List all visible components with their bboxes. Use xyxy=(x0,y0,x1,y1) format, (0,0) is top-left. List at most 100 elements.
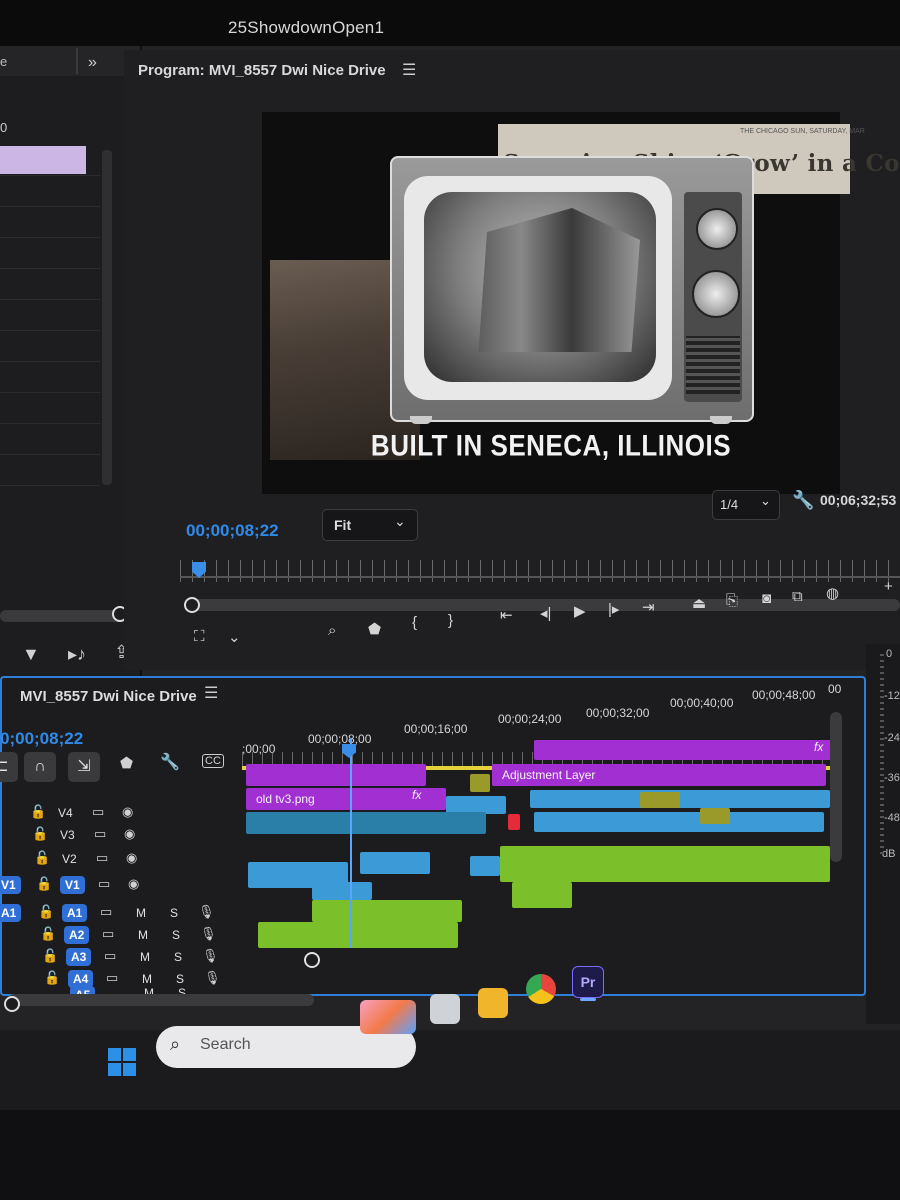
target-track-a1[interactable]: A1 xyxy=(62,904,88,922)
target-track-a3[interactable]: A3 xyxy=(66,948,92,966)
list-item[interactable] xyxy=(0,362,100,393)
step-back-icon[interactable]: ◂| xyxy=(540,604,551,622)
captions-icon[interactable]: CC xyxy=(202,754,224,768)
lock-icon[interactable]: 🔓 xyxy=(30,804,46,820)
list-item[interactable] xyxy=(0,455,100,486)
clip[interactable] xyxy=(470,856,500,876)
sync-icon[interactable]: ▭ xyxy=(92,804,104,820)
mark-in-icon[interactable]: { xyxy=(412,614,417,631)
source-patch-a1[interactable]: A1 xyxy=(0,904,22,922)
zoom-handle[interactable] xyxy=(184,597,200,613)
panel-menu-icon[interactable]: ☰ xyxy=(204,683,218,703)
add-marker-magnify-icon[interactable]: ⌕ xyxy=(328,622,336,639)
list-item[interactable] xyxy=(0,331,100,362)
project-horizontal-scrollbar[interactable] xyxy=(0,610,126,622)
program-monitor-title[interactable]: Program: MVI_8557 Dwi Nice Drive xyxy=(138,62,386,79)
project-panel-tab-label[interactable]: e xyxy=(0,54,7,69)
clip[interactable] xyxy=(246,764,426,786)
extract-icon[interactable]: ⎘ xyxy=(726,592,738,609)
marker-icon[interactable]: ⬟ xyxy=(368,620,381,638)
clip[interactable] xyxy=(246,812,486,834)
go-to-in-icon[interactable]: ⇤ xyxy=(500,606,513,624)
microphone-icon[interactable]: 🎙 xyxy=(198,904,215,920)
chrome-icon[interactable] xyxy=(526,974,556,1004)
clip[interactable] xyxy=(470,774,490,792)
mute-button[interactable]: M xyxy=(138,928,148,942)
filter-icon[interactable]: ▼ xyxy=(22,644,40,665)
zoom-handle[interactable] xyxy=(4,996,20,1012)
lock-icon[interactable]: 🔓 xyxy=(32,826,48,842)
sync-icon[interactable]: ▭ xyxy=(94,826,106,842)
microphone-icon[interactable]: 🎙 xyxy=(202,948,219,964)
clip[interactable] xyxy=(700,808,730,824)
timeline-vertical-scrollbar[interactable] xyxy=(830,712,842,862)
clip[interactable] xyxy=(534,812,824,832)
project-vertical-scrollbar[interactable] xyxy=(102,150,112,485)
wrench-icon[interactable]: 🔧 xyxy=(160,752,180,772)
sync-icon[interactable]: ▭ xyxy=(102,926,114,942)
list-item[interactable] xyxy=(0,238,100,269)
eye-icon[interactable]: ◉ xyxy=(122,804,133,820)
clip[interactable] xyxy=(312,882,372,900)
solo-button[interactable]: S xyxy=(170,906,178,920)
list-item[interactable] xyxy=(0,176,100,207)
nest-toggle-button[interactable]: ⊏ xyxy=(0,752,18,782)
eye-icon[interactable]: ◉ xyxy=(128,876,139,892)
sync-icon[interactable]: ▭ xyxy=(104,948,116,964)
lock-icon[interactable]: 🔓 xyxy=(36,876,52,892)
comparison-view-icon[interactable]: ⧉ xyxy=(792,588,803,605)
list-item[interactable] xyxy=(0,300,100,331)
timeline-timecode[interactable]: 0;00;08;22 xyxy=(0,729,83,749)
sync-icon[interactable]: ▭ xyxy=(96,850,108,866)
go-to-out-icon[interactable]: ⇥ xyxy=(642,598,655,616)
list-item[interactable] xyxy=(0,424,100,455)
audio-clip[interactable] xyxy=(512,882,572,908)
panel-menu-icon[interactable]: ☰ xyxy=(402,60,416,80)
lock-icon[interactable]: 🔓 xyxy=(42,948,58,964)
clip[interactable] xyxy=(530,790,830,808)
mute-button[interactable]: M xyxy=(136,906,146,920)
mute-button[interactable]: M xyxy=(142,972,152,986)
eye-icon[interactable]: ◉ xyxy=(126,850,137,866)
step-forward-icon[interactable]: |▸ xyxy=(608,600,619,618)
snap-magnet-icon[interactable]: ∩ xyxy=(24,752,56,782)
premiere-pro-icon[interactable]: Pr xyxy=(572,966,604,998)
lock-icon[interactable]: 🔓 xyxy=(34,850,50,866)
monitor-time-ruler[interactable] xyxy=(180,560,900,582)
safe-margins-icon[interactable]: ⛶ xyxy=(194,628,205,645)
microphone-icon[interactable]: 🎙 xyxy=(204,970,221,986)
vr-video-icon[interactable]: ◍ xyxy=(826,584,839,602)
list-item[interactable] xyxy=(0,269,100,300)
timeline-horizontal-scrollbar[interactable] xyxy=(8,994,314,1006)
file-explorer-icon[interactable] xyxy=(478,988,508,1018)
list-item[interactable] xyxy=(0,393,100,424)
solo-button[interactable]: S xyxy=(174,950,182,964)
solo-button[interactable]: S xyxy=(176,972,184,986)
microphone-icon[interactable]: 🎙 xyxy=(200,926,217,942)
windows-start-icon[interactable] xyxy=(108,1048,138,1078)
selected-bin-item[interactable] xyxy=(0,146,86,174)
linked-selection-icon[interactable]: ⇲ xyxy=(68,752,100,782)
playhead-timecode[interactable]: 00;00;08;22 xyxy=(186,521,279,541)
more-panels-chevron-icon[interactable]: » xyxy=(88,54,97,72)
audio-clip[interactable] xyxy=(258,922,458,948)
solo-button[interactable]: S xyxy=(172,928,180,942)
list-item[interactable] xyxy=(0,207,100,238)
sync-icon[interactable]: ▭ xyxy=(98,876,110,892)
sync-icon[interactable]: ▭ xyxy=(100,904,112,920)
audio-clip[interactable] xyxy=(312,900,462,922)
task-view-icon[interactable] xyxy=(430,994,460,1024)
audio-clip[interactable] xyxy=(700,856,826,880)
wrench-icon[interactable]: 🔧 xyxy=(792,490,814,511)
target-track-v1[interactable]: V1 xyxy=(60,876,85,894)
lock-icon[interactable]: 🔓 xyxy=(40,926,56,942)
clip[interactable] xyxy=(360,852,430,874)
timeline-playhead-line[interactable] xyxy=(350,738,352,948)
eye-icon[interactable]: ◉ xyxy=(124,826,135,842)
clip[interactable] xyxy=(640,792,680,808)
add-marker-icon[interactable]: ⬟ xyxy=(120,754,133,772)
mark-out-icon[interactable]: } xyxy=(448,612,453,629)
sequence-tab[interactable]: MVI_8557 Dwi Nice Drive xyxy=(20,688,197,705)
chevron-down-icon[interactable]: ⌄ xyxy=(228,628,241,646)
clip[interactable] xyxy=(508,814,520,830)
